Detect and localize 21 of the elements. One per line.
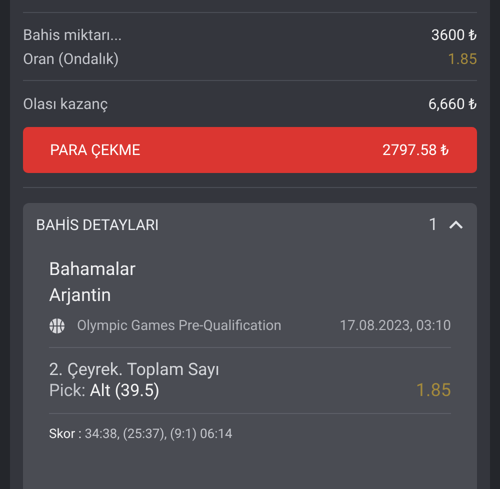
summary-value: 3600 ₺ bbox=[431, 26, 477, 44]
pick-odds: 1.85 bbox=[416, 380, 451, 401]
match-date: 17.08.2023, 03:10 bbox=[340, 318, 451, 334]
summary-value: 1.85 bbox=[448, 50, 477, 68]
league-name: Olympic Games Pre-Qualification bbox=[77, 318, 282, 334]
summary-label: Oran (Ondalık) bbox=[23, 50, 119, 68]
basketball-icon bbox=[49, 318, 65, 334]
details-count: 1 bbox=[428, 215, 438, 235]
chevron-icon[interactable] bbox=[448, 220, 464, 230]
cashout-button[interactable]: PARA ÇEKME 2797.58 ₺ bbox=[23, 127, 477, 173]
pick-label: Pick: bbox=[49, 380, 86, 400]
team-name: Arjantin bbox=[49, 284, 112, 308]
market-name: 2. Çeyrek. Toplam Sayı bbox=[49, 360, 220, 380]
payout-label: Olası kazanç bbox=[23, 95, 108, 113]
summary-label: Bahis miktarı... bbox=[23, 26, 122, 44]
payout-value: 6,660 ₺ bbox=[428, 95, 477, 113]
details-title: BAHİS DETAYLARI bbox=[36, 216, 159, 234]
pick-value: Alt (39.5) bbox=[90, 380, 160, 400]
score-label: Skor : bbox=[49, 427, 82, 442]
team-name: Bahamalar bbox=[49, 258, 137, 282]
score-value: 34:38, (25:37), (9:1) 06:14 bbox=[84, 427, 232, 442]
